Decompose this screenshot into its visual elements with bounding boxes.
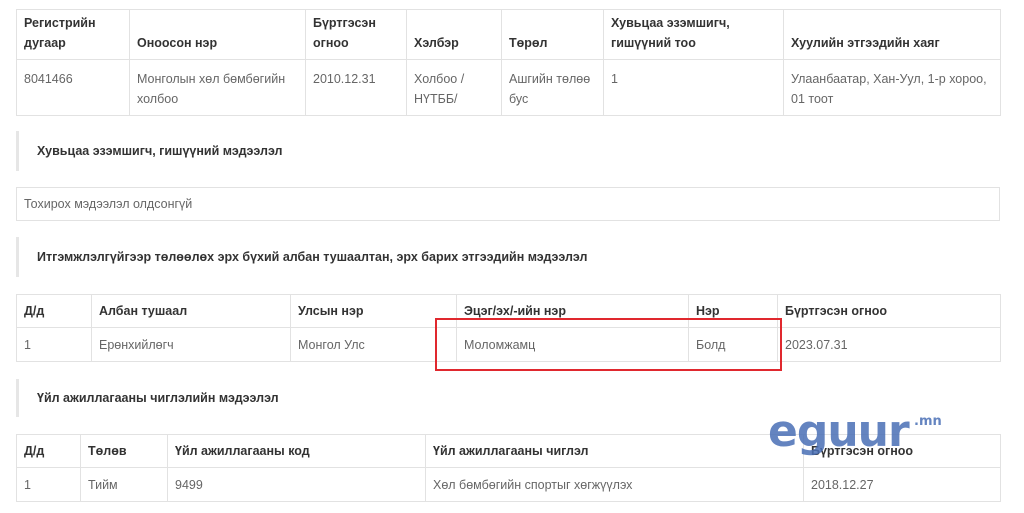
- table-header-row: Регистрийн дугаар Оноосон нэр Бүртгэсэн …: [16, 9, 1001, 60]
- officials-table: Д/д Албан тушаал Улсын нэр Эцэг/эх/-ийн …: [16, 294, 1001, 362]
- table-row: 1 Ерөнхийлөгч Монгол Улс Моломжамц Болд …: [16, 327, 1001, 362]
- table-cell: Ерөнхийлөгч: [91, 327, 291, 362]
- table-cell: 1: [16, 327, 92, 362]
- shareholders-section-title: Хувьцаа эзэмшигч, гишүүний мэдээлэл: [16, 131, 1000, 171]
- col-header: Д/д: [16, 434, 81, 468]
- activities-section-title: Үйл ажиллагааны чиглэлийн мэдээлэл: [16, 379, 1000, 417]
- col-header: Хувьцаа эзэмшигч, гишүүний тоо: [603, 9, 784, 60]
- table-cell: Хөл бөмбөгийн спортыг хөгжүүлэх: [425, 467, 804, 502]
- col-header: Бүртгэсэн огноо: [305, 9, 407, 60]
- col-header: Үйл ажиллагааны чиглэл: [425, 434, 804, 468]
- table-cell: Холбоо / НҮТББ/: [406, 59, 502, 116]
- col-header: Хуулийн этгээдийн хаяг: [783, 9, 1001, 60]
- table-cell: 9499: [167, 467, 426, 502]
- no-results-message: Тохирох мэдээлэл олдсонгүй: [16, 187, 1000, 221]
- col-header: Төлөв: [80, 434, 168, 468]
- officials-section-title: Итгэмжлэлгүйгээр төлөөлөх эрх бүхий алба…: [16, 237, 1000, 277]
- table-row: 8041466 Монголын хөл бөмбөгийн холбоо 20…: [16, 59, 1001, 116]
- table-cell: 2018.12.27: [803, 467, 1001, 502]
- col-header: Нэр: [688, 294, 778, 328]
- table-cell: Тийм: [80, 467, 168, 502]
- table-cell: 2023.07.31: [777, 327, 1001, 362]
- table-cell: 1: [16, 467, 81, 502]
- table-header-row: Д/д Төлөв Үйл ажиллагааны код Үйл ажилла…: [16, 434, 1001, 468]
- organization-table: Регистрийн дугаар Оноосон нэр Бүртгэсэн …: [16, 9, 1001, 116]
- table-cell: Монголын хөл бөмбөгийн холбоо: [129, 59, 306, 116]
- table-cell: Улаанбаатар, Хан-Уул, 1-р хороо, 01 тоот: [783, 59, 1001, 116]
- table-cell: 1: [603, 59, 784, 116]
- col-header: Оноосон нэр: [129, 9, 306, 60]
- table-cell: Болд: [688, 327, 778, 362]
- col-header: Регистрийн дугаар: [16, 9, 130, 60]
- table-cell: Моломжамц: [456, 327, 689, 362]
- table-cell: 2010.12.31: [305, 59, 407, 116]
- col-header: Хэлбэр: [406, 9, 502, 60]
- table-cell: Ашгийн төлөө бус: [501, 59, 604, 116]
- table-cell: Монгол Улс: [290, 327, 457, 362]
- activities-table: Д/д Төлөв Үйл ажиллагааны код Үйл ажилла…: [16, 434, 1001, 502]
- table-cell: 8041466: [16, 59, 130, 116]
- col-header: Бүртгэсэн огноо: [777, 294, 1001, 328]
- col-header: Бүртгэсэн огноо: [803, 434, 1001, 468]
- col-header: Албан тушаал: [91, 294, 291, 328]
- table-header-row: Д/д Албан тушаал Улсын нэр Эцэг/эх/-ийн …: [16, 294, 1001, 328]
- col-header: Төрөл: [501, 9, 604, 60]
- col-header: Д/д: [16, 294, 92, 328]
- col-header: Эцэг/эх/-ийн нэр: [456, 294, 689, 328]
- col-header: Үйл ажиллагааны код: [167, 434, 426, 468]
- table-row: 1 Тийм 9499 Хөл бөмбөгийн спортыг хөгжүү…: [16, 467, 1001, 502]
- col-header: Улсын нэр: [290, 294, 457, 328]
